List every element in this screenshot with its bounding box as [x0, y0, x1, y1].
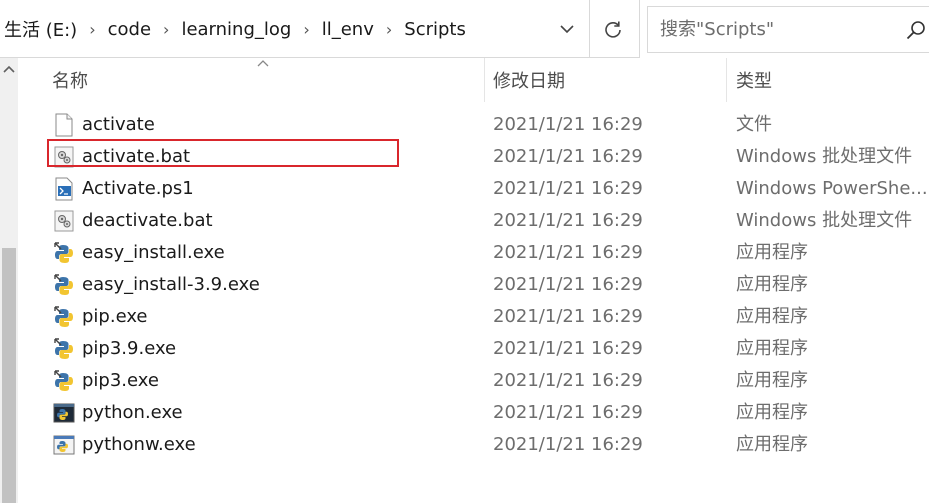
file-row[interactable]: easy_install.exe 2021/1/21 16:29 应用程序	[44, 237, 929, 269]
python-console-icon	[53, 401, 75, 425]
file-row[interactable]: pip.exe 2021/1/21 16:29 应用程序	[44, 301, 929, 333]
file-type: Windows PowerShe...	[736, 178, 928, 199]
file-name[interactable]: easy_install.exe	[82, 237, 225, 269]
address-dropdown-button[interactable]	[548, 0, 586, 58]
file-type: Windows 批处理文件	[736, 210, 913, 231]
column-divider[interactable]	[726, 58, 727, 102]
column-header-name[interactable]: 名称	[52, 58, 88, 102]
file-name[interactable]: Activate.ps1	[82, 173, 194, 205]
column-divider[interactable]	[484, 58, 485, 102]
blank-file-icon	[53, 113, 75, 137]
python-window-icon	[53, 433, 75, 457]
breadcrumb-drive[interactable]: 生活 (E:)	[0, 16, 81, 42]
file-modified-date: 2021/1/21 16:29	[493, 146, 643, 167]
scroll-up-arrow-icon[interactable]	[3, 64, 15, 74]
file-type: 应用程序	[736, 434, 808, 455]
chevron-right-icon[interactable]: ›	[295, 20, 317, 39]
file-type: 应用程序	[736, 338, 808, 359]
batch-file-icon	[53, 209, 75, 233]
file-row[interactable]: easy_install-3.9.exe 2021/1/21 16:29 应用程序	[44, 269, 929, 301]
file-row[interactable]: pip3.exe 2021/1/21 16:29 应用程序	[44, 365, 929, 397]
chevron-down-icon	[560, 25, 574, 34]
column-header-type[interactable]: 类型	[736, 58, 772, 102]
file-type: 应用程序	[736, 306, 808, 327]
python-exe-icon	[53, 273, 75, 297]
file-modified-date: 2021/1/21 16:29	[493, 114, 643, 135]
file-modified-date: 2021/1/21 16:29	[493, 402, 643, 423]
search-box[interactable]	[647, 6, 929, 53]
powershell-script-icon	[53, 177, 75, 201]
file-modified-date: 2021/1/21 16:29	[493, 306, 643, 327]
file-name[interactable]: easy_install-3.9.exe	[82, 269, 260, 301]
file-type: 应用程序	[736, 242, 808, 263]
file-row[interactable]: python.exe 2021/1/21 16:29 应用程序	[44, 397, 929, 429]
breadcrumb-ll-env[interactable]: ll_env	[318, 19, 378, 40]
breadcrumb-code[interactable]: code	[104, 19, 155, 40]
file-name[interactable]: pip.exe	[82, 301, 148, 333]
file-type: 应用程序	[736, 370, 808, 391]
file-row[interactable]: pip3.9.exe 2021/1/21 16:29 应用程序	[44, 333, 929, 365]
file-row[interactable]: deactivate.bat 2021/1/21 16:29 Windows 批处理…	[44, 205, 929, 237]
file-name[interactable]: pip3.exe	[82, 365, 159, 397]
python-exe-icon	[53, 305, 75, 329]
chevron-right-icon[interactable]: ›	[378, 20, 400, 39]
vertical-scrollbar[interactable]	[0, 58, 18, 503]
python-exe-icon	[53, 241, 75, 265]
chevron-right-icon[interactable]: ›	[81, 20, 103, 39]
file-row[interactable]: activate 2021/1/21 16:29 文件	[44, 109, 929, 141]
breadcrumb: 生活 (E:) › code › learning_log › ll_env ›…	[0, 0, 470, 58]
file-row[interactable]: Activate.ps1 2021/1/21 16:29 Windows Power…	[44, 173, 929, 205]
python-exe-icon	[53, 369, 75, 393]
file-type: 应用程序	[736, 402, 808, 423]
scrollbar-thumb[interactable]	[2, 248, 16, 503]
refresh-icon	[604, 21, 621, 38]
address-bar[interactable]: 生活 (E:) › code › learning_log › ll_env ›…	[0, 0, 640, 58]
refresh-button[interactable]	[589, 0, 635, 58]
file-type: 应用程序	[736, 274, 808, 295]
breadcrumb-scripts[interactable]: Scripts	[400, 19, 470, 40]
search-input[interactable]	[658, 18, 912, 41]
file-modified-date: 2021/1/21 16:29	[493, 338, 643, 359]
file-name[interactable]: activate.bat	[82, 141, 190, 173]
file-name[interactable]: deactivate.bat	[82, 205, 213, 237]
file-name[interactable]: python.exe	[82, 397, 183, 429]
file-modified-date: 2021/1/21 16:29	[493, 242, 643, 263]
file-modified-date: 2021/1/21 16:29	[493, 210, 643, 231]
file-modified-date: 2021/1/21 16:29	[493, 274, 643, 295]
file-type: 文件	[736, 114, 772, 135]
file-name[interactable]: pythonw.exe	[82, 429, 196, 461]
file-modified-date: 2021/1/21 16:29	[493, 178, 643, 199]
file-modified-date: 2021/1/21 16:29	[493, 434, 643, 455]
file-name[interactable]: activate	[82, 109, 155, 141]
file-modified-date: 2021/1/21 16:29	[493, 370, 643, 391]
file-row[interactable]: activate.bat 2021/1/21 16:29 Windows 批处理文件	[44, 141, 929, 173]
file-name[interactable]: pip3.9.exe	[82, 333, 176, 365]
file-row[interactable]: pythonw.exe 2021/1/21 16:29 应用程序	[44, 429, 929, 461]
breadcrumb-learning-log[interactable]: learning_log	[177, 19, 295, 40]
python-exe-icon	[53, 337, 75, 361]
column-header-date[interactable]: 修改日期	[493, 58, 565, 102]
search-icon[interactable]	[906, 20, 926, 40]
batch-file-icon	[53, 145, 75, 169]
file-type: Windows 批处理文件	[736, 146, 913, 167]
chevron-right-icon[interactable]: ›	[155, 20, 177, 39]
sort-ascending-icon	[257, 60, 269, 67]
